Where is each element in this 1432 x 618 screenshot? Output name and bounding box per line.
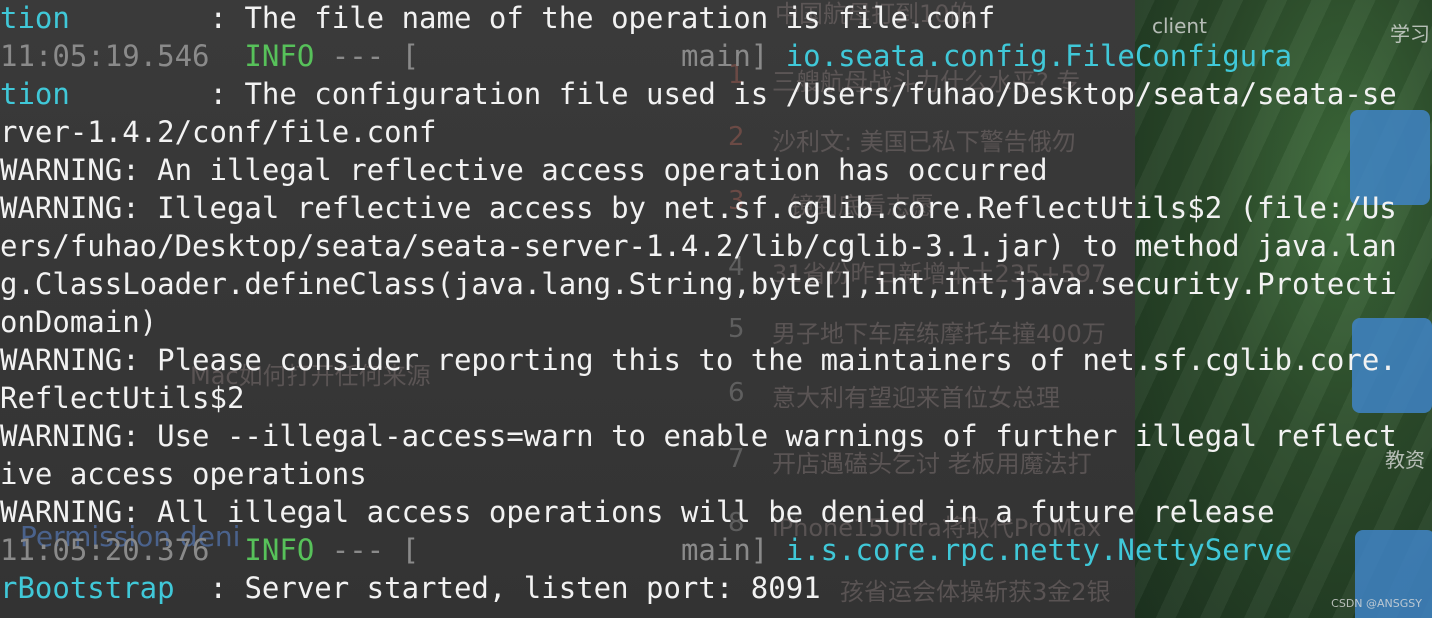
terminal-text-segment: i.s.core.rpc.netty.NettyServe (785, 533, 1293, 567)
terminal-line: g.ClassLoader.defineClass(java.lang.Stri… (0, 265, 1397, 303)
terminal-text-segment: --- [ (331, 533, 681, 567)
terminal-line: rBootstrap : Server started, listen port… (0, 569, 821, 607)
terminal-text-segment: WARNING: An illegal reflective access op… (0, 153, 1048, 187)
terminal-text-segment: tion (0, 77, 70, 111)
terminal-line: ive access operations (0, 455, 367, 493)
terminal-text-segment: WARNING: Use --illegal-access=warn to en… (0, 419, 1397, 453)
terminal-text-segment: rver-1.4.2/conf/file.conf (0, 115, 437, 149)
terminal-text-segment: rBootstrap (0, 571, 175, 605)
terminal-text-segment: main] (680, 39, 786, 73)
terminal-text-segment: tion (0, 1, 70, 35)
terminal-line: rver-1.4.2/conf/file.conf (0, 113, 437, 151)
terminal-text-segment: onDomain) (0, 305, 158, 339)
terminal-text-segment: WARNING: Illegal reflective access by ne… (0, 191, 1397, 225)
terminal-line: WARNING: Please consider reporting this … (0, 341, 1397, 379)
terminal-text-segment: 11:05:20.376 (0, 533, 210, 567)
terminal-output[interactable]: tion : The file name of the operation is… (0, 0, 1432, 618)
terminal-text-segment: INFO (209, 533, 332, 567)
terminal-text-segment: INFO (209, 39, 332, 73)
terminal-line: tion : The configuration file used is /U… (0, 75, 1397, 113)
watermark: CSDN @ANSGSY (1331, 597, 1422, 610)
terminal-text-segment: io.seata.config.FileConfigura (785, 39, 1293, 73)
terminal-text-segment: : The configuration file used is /Users/… (69, 77, 1397, 111)
terminal-text-segment: ive access operations (0, 457, 367, 491)
terminal-text-segment: main] (680, 533, 786, 567)
terminal-text-segment: WARNING: Please consider reporting this … (0, 343, 1397, 377)
terminal-line: WARNING: Illegal reflective access by ne… (0, 189, 1397, 227)
terminal-text-segment: ers/fuhao/Desktop/seata/seata-server-1.4… (0, 229, 1397, 263)
terminal-text-segment: WARNING: All illegal access operations w… (0, 495, 1275, 529)
terminal-line: WARNING: An illegal reflective access op… (0, 151, 1048, 189)
terminal-text-segment: : Server started, listen port: 8091 (174, 571, 821, 605)
terminal-text-segment: ReflectUtils$2 (0, 381, 245, 415)
terminal-line: ReflectUtils$2 (0, 379, 244, 417)
screen: 中国航母打到10的 三艘航母战斗力什么水平? 专 沙利文: 美国已私下警告俄勿 … (0, 0, 1432, 618)
terminal-text-segment: : The file name of the operation is file… (69, 1, 996, 35)
terminal-line: onDomain) (0, 303, 157, 341)
terminal-line: ers/fuhao/Desktop/seata/seata-server-1.4… (0, 227, 1397, 265)
terminal-line: WARNING: All illegal access operations w… (0, 493, 1275, 531)
terminal-line: WARNING: Use --illegal-access=warn to en… (0, 417, 1397, 455)
terminal-line: tion : The file name of the operation is… (0, 0, 995, 37)
terminal-text-segment: g.ClassLoader.defineClass(java.lang.Stri… (0, 267, 1397, 301)
terminal-text-segment: --- [ (331, 39, 681, 73)
terminal-line: 11:05:19.546 INFO --- [ main] io.seata.c… (0, 37, 1292, 75)
terminal-line: 11:05:20.376 INFO --- [ main] i.s.core.r… (0, 531, 1292, 569)
terminal-text-segment: 11:05:19.546 (0, 39, 210, 73)
